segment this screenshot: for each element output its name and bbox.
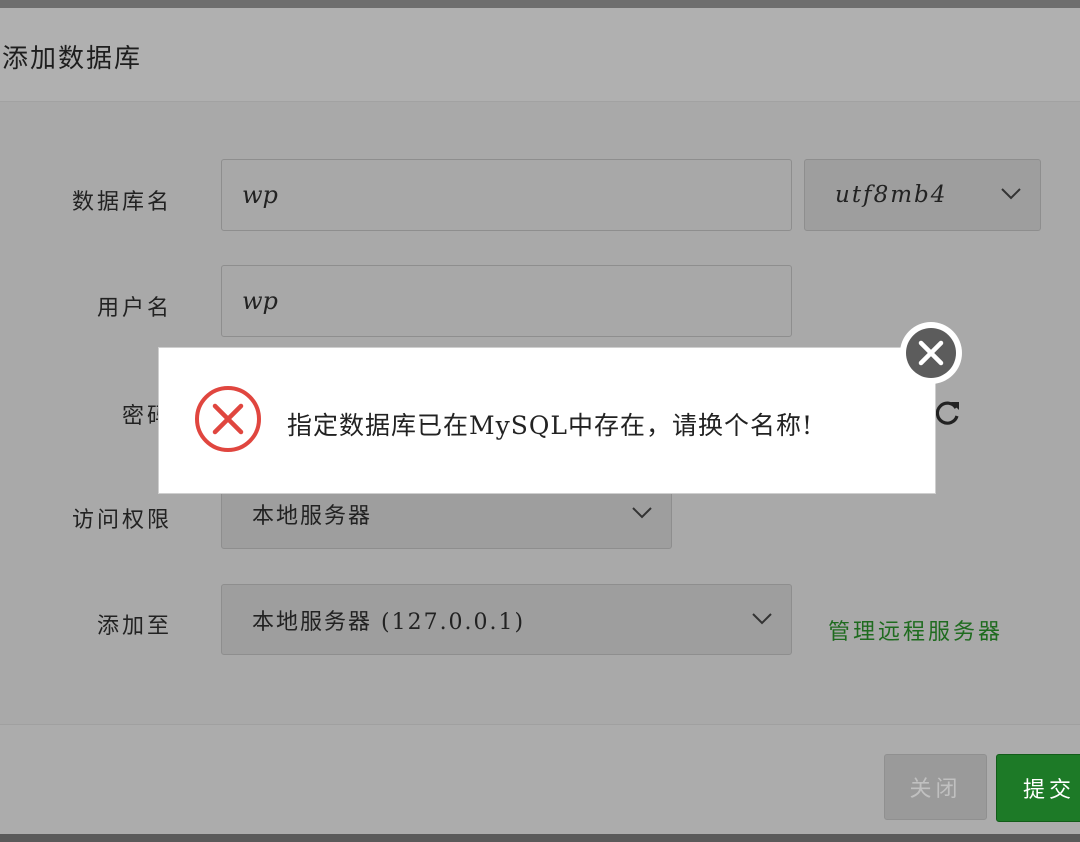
- close-button[interactable]: 关闭: [884, 754, 987, 820]
- chevron-down-icon: [752, 612, 772, 624]
- db-name-value: wp: [242, 181, 278, 209]
- manage-remote-servers-link[interactable]: 管理远程服务器: [828, 614, 1003, 646]
- access-label: 访问权限: [71, 508, 172, 533]
- bottom-edge: [0, 834, 1080, 842]
- error-message-toast: 指定数据库已在MySQL中存在，请换个名称!: [158, 347, 936, 494]
- dialog-header: 添加数据库: [0, 8, 1080, 102]
- submit-button[interactable]: 提交: [996, 754, 1080, 822]
- error-message-text: 指定数据库已在MySQL中存在，请换个名称!: [287, 411, 813, 440]
- charset-select[interactable]: utf8mb4: [804, 159, 1041, 231]
- access-value: 本地服务器: [252, 503, 373, 529]
- error-circle-icon: [195, 386, 261, 452]
- add-to-value: 本地服务器 (127.0.0.1): [252, 609, 526, 635]
- chevron-down-icon: [632, 506, 652, 518]
- username-value: wp: [242, 287, 278, 315]
- db-name-label: 数据库名: [71, 190, 172, 215]
- close-icon[interactable]: [898, 320, 964, 386]
- db-name-input[interactable]: wp: [221, 159, 792, 231]
- chevron-down-icon: [1001, 188, 1021, 200]
- password-label: 密码: [121, 404, 172, 429]
- refresh-icon[interactable]: [932, 398, 962, 428]
- username-label: 用户名: [96, 296, 172, 321]
- username-input[interactable]: wp: [221, 265, 792, 337]
- dialog-title: 添加数据库: [2, 44, 143, 74]
- add-to-label: 添加至: [96, 614, 172, 639]
- dialog-footer: 关闭 提交: [0, 724, 1080, 835]
- add-to-select[interactable]: 本地服务器 (127.0.0.1): [221, 584, 792, 655]
